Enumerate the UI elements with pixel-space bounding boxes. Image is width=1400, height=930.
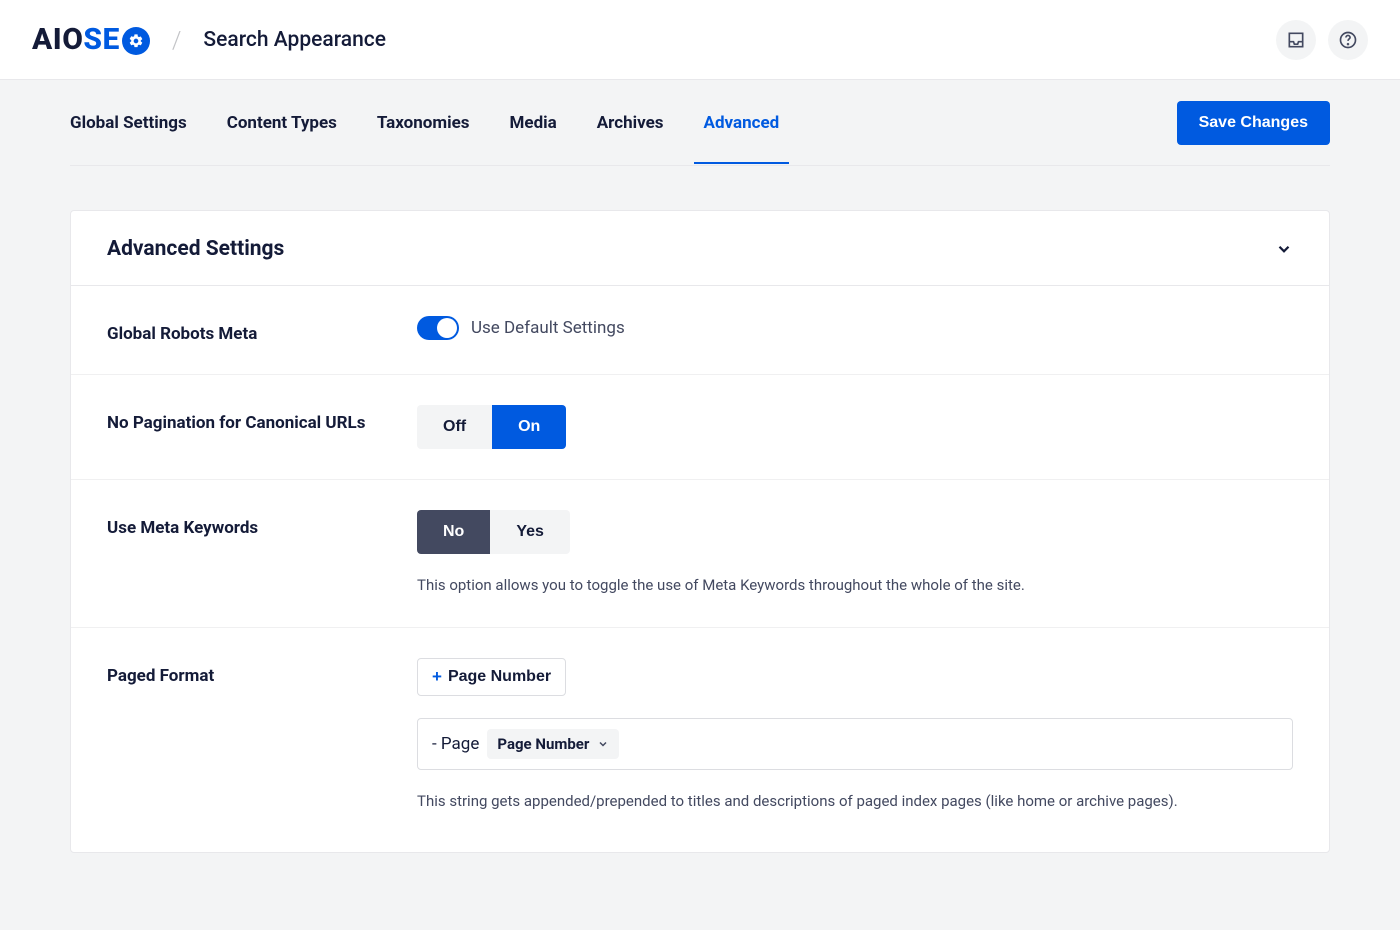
tab-taxonomies[interactable]: Taxonomies [377,83,470,163]
canonical-off-button[interactable]: Off [417,405,492,449]
page-title: Search Appearance [203,28,386,52]
chevron-down-icon [597,738,609,750]
add-page-number-tag-button[interactable]: + Page Number [417,658,566,696]
gear-icon [122,27,150,55]
logo-text-aio: AIO [32,22,83,57]
chip-label: Page Number [497,735,589,753]
advanced-settings-card: Advanced Settings Global Robots Meta Use… [70,210,1330,853]
header: AIOSE / Search Appearance [0,0,1400,80]
tabs-bar: Global Settings Content Types Taxonomies… [70,80,1330,166]
tab-media[interactable]: Media [510,83,557,163]
label-paged-format: Paged Format [107,658,417,813]
plus-icon: + [432,667,442,687]
logo: AIOSE [32,22,150,57]
paged-format-desc: This string gets appended/prepended to t… [417,790,1293,813]
tab-content-types[interactable]: Content Types [227,83,337,163]
meta-keywords-no-button[interactable]: No [417,510,490,554]
label-global-robots: Global Robots Meta [107,316,417,344]
tabs: Global Settings Content Types Taxonomies… [70,83,779,163]
tag-button-label: Page Number [448,668,551,686]
toggle-use-default-settings[interactable] [417,316,459,340]
section-meta-keywords: Use Meta Keywords No Yes This option all… [71,480,1329,628]
label-meta-keywords: Use Meta Keywords [107,510,417,597]
card-title: Advanced Settings [107,237,284,261]
save-button[interactable]: Save Changes [1177,101,1330,145]
chevron-down-icon [1275,240,1293,258]
label-canonical: No Pagination for Canonical URLs [107,405,417,449]
page-number-chip[interactable]: Page Number [487,729,619,759]
help-icon [1338,30,1358,50]
help-button[interactable] [1328,20,1368,60]
header-divider: / [172,26,182,54]
paged-format-input[interactable]: - Page Page Number [417,718,1293,770]
meta-keywords-desc: This option allows you to toggle the use… [417,574,1293,597]
inbox-button[interactable] [1276,20,1316,60]
section-canonical: No Pagination for Canonical URLs Off On [71,375,1329,480]
card-header[interactable]: Advanced Settings [71,211,1329,286]
tab-global-settings[interactable]: Global Settings [70,83,187,163]
canonical-on-button[interactable]: On [492,405,566,449]
canonical-toggle-group: Off On [417,405,566,449]
tab-archives[interactable]: Archives [597,83,664,163]
header-actions [1276,20,1368,60]
section-paged-format: Paged Format + Page Number - Page Page N… [71,628,1329,853]
meta-keywords-yes-button[interactable]: Yes [490,510,570,554]
format-prefix: - Page [432,734,479,754]
tab-advanced[interactable]: Advanced [704,83,780,163]
toggle-label: Use Default Settings [471,318,625,338]
meta-keywords-toggle-group: No Yes [417,510,570,554]
inbox-icon [1286,30,1306,50]
section-global-robots: Global Robots Meta Use Default Settings [71,286,1329,375]
logo-text-se: SE [83,22,119,57]
